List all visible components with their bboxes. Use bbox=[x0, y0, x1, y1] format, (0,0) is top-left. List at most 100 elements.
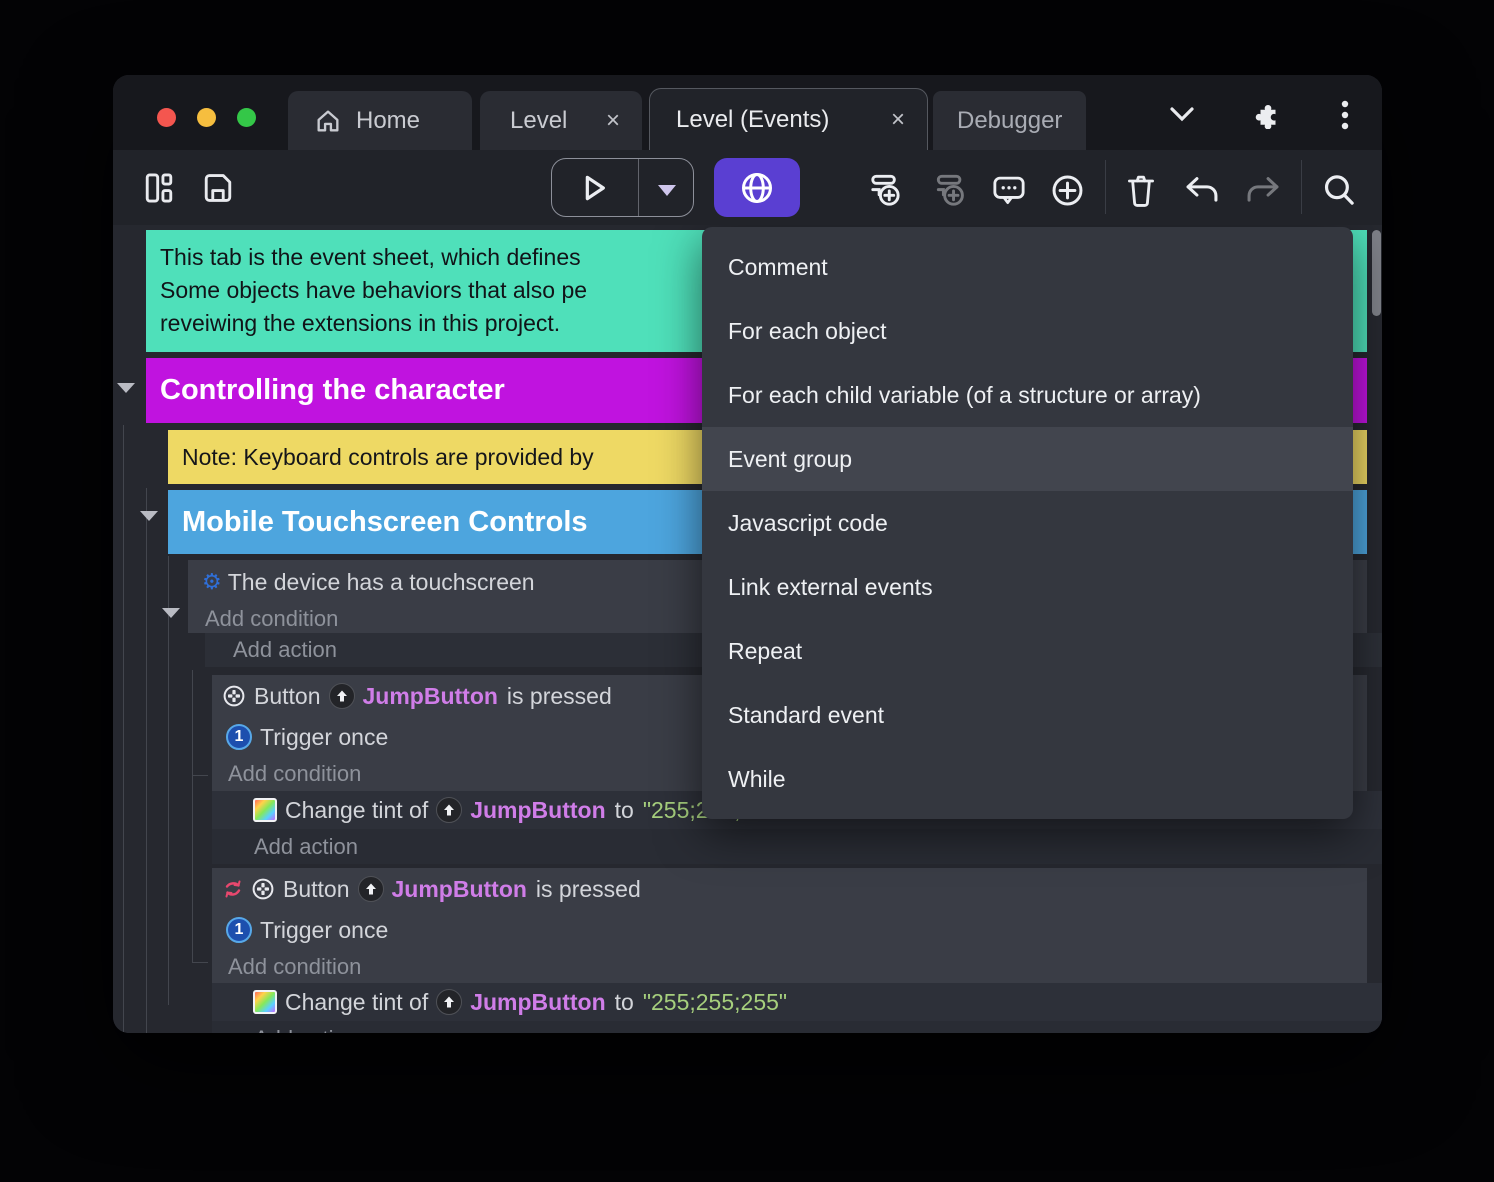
add-condition-link[interactable]: Add condition bbox=[205, 606, 338, 632]
menu-item-event-group[interactable]: Event group bbox=[702, 427, 1353, 491]
menu-item-for-each-child-variable[interactable]: For each child variable (of a structure … bbox=[702, 363, 1353, 427]
play-preview-button[interactable] bbox=[578, 172, 610, 204]
menu-item-comment[interactable]: Comment bbox=[702, 235, 1353, 299]
condition-text: Trigger once bbox=[260, 723, 389, 750]
action-prefix: Change tint of bbox=[285, 988, 429, 1015]
condition-suffix: is pressed bbox=[506, 682, 612, 709]
search-icon[interactable] bbox=[1321, 172, 1357, 208]
tab-debugger-label: Debugger bbox=[957, 106, 1063, 134]
add-comment-icon[interactable] bbox=[991, 174, 1027, 208]
toolbar-separator bbox=[1301, 160, 1302, 214]
tree-guide-tick bbox=[192, 962, 208, 963]
vertical-scrollbar-thumb[interactable] bbox=[1372, 230, 1381, 316]
menu-item-javascript-code[interactable]: Javascript code bbox=[702, 491, 1353, 555]
add-event-context-menu: Comment For each object For each child v… bbox=[702, 227, 1353, 819]
jumpbutton-object-icon bbox=[357, 876, 384, 902]
condition-prefix: Button bbox=[254, 682, 321, 709]
desktop-background: Home Level × Level (Events) × Debugger T… bbox=[0, 0, 1494, 1182]
preview-button-group bbox=[551, 158, 694, 217]
inverted-arrows-icon bbox=[222, 878, 244, 900]
tab-level-label: Level bbox=[510, 106, 568, 134]
object-name: JumpButton bbox=[391, 875, 527, 902]
collapse-arrow-icon[interactable] bbox=[162, 608, 180, 618]
tab-home[interactable]: Home bbox=[288, 91, 472, 150]
redo-icon[interactable] bbox=[1244, 174, 1282, 206]
addons-puzzle-icon[interactable] bbox=[1253, 99, 1283, 129]
tint-icon bbox=[253, 798, 277, 822]
toolbar bbox=[113, 150, 1382, 225]
object-name: JumpButton bbox=[362, 682, 498, 709]
action-row-change-tint[interactable]: Change tint of JumpButton to "255;255;25… bbox=[212, 983, 1382, 1021]
add-condition-link[interactable]: Add condition bbox=[228, 954, 361, 980]
tab-level-close-icon[interactable]: × bbox=[606, 108, 620, 133]
add-sub-event-icon[interactable] bbox=[932, 171, 970, 207]
preview-dropdown-caret[interactable] bbox=[658, 185, 676, 196]
close-window-button[interactable] bbox=[157, 108, 176, 127]
tree-guide-line bbox=[146, 488, 147, 1033]
tab-level-events-label: Level (Events) bbox=[676, 105, 830, 133]
menu-item-standard-event[interactable]: Standard event bbox=[702, 683, 1353, 747]
tree-guide-tick bbox=[192, 775, 208, 776]
add-action-row[interactable]: Add action bbox=[212, 1021, 1382, 1033]
add-action-link[interactable]: Add action bbox=[233, 637, 337, 663]
tab-level-events-close-icon[interactable]: × bbox=[891, 107, 905, 132]
tab-home-label: Home bbox=[356, 106, 421, 134]
object-name: JumpButton bbox=[470, 796, 606, 823]
add-action-row[interactable]: Add action bbox=[212, 829, 1382, 864]
globe-icon bbox=[739, 170, 775, 206]
action-prefix: Change tint of bbox=[285, 796, 429, 823]
menu-item-while[interactable]: While bbox=[702, 747, 1353, 811]
home-icon bbox=[314, 107, 342, 135]
menu-item-for-each-object[interactable]: For each object bbox=[702, 299, 1353, 363]
event-sheet: This tab is the event sheet, which defin… bbox=[113, 225, 1382, 1033]
kebab-menu-icon[interactable] bbox=[1339, 100, 1351, 130]
action-value: "255;255;255" bbox=[642, 988, 788, 1015]
touch-object-icon: ⚙ bbox=[202, 569, 222, 595]
collapse-arrow-icon[interactable] bbox=[140, 511, 158, 521]
layout-panels-icon[interactable] bbox=[143, 171, 175, 205]
minimize-window-button[interactable] bbox=[197, 108, 216, 127]
add-action-link[interactable]: Add action bbox=[254, 1026, 358, 1034]
chevron-down-icon[interactable] bbox=[1167, 103, 1197, 125]
group-title: Controlling the character bbox=[160, 374, 505, 406]
gamepad-icon bbox=[222, 684, 246, 708]
menu-item-repeat[interactable]: Repeat bbox=[702, 619, 1353, 683]
event-block-jumpbutton-released[interactable]: Button JumpButton is pressed 1 Trigger o… bbox=[212, 868, 1367, 983]
to-word: to bbox=[614, 796, 634, 823]
condition-row[interactable]: Button JumpButton is pressed bbox=[212, 868, 1367, 910]
note-text: Note: Keyboard controls are provided by bbox=[182, 443, 594, 470]
jumpbutton-object-icon bbox=[436, 797, 463, 823]
gamepad-icon bbox=[251, 877, 275, 901]
condition-prefix: Button bbox=[283, 875, 350, 902]
delete-icon[interactable] bbox=[1124, 172, 1158, 208]
tab-level-events[interactable]: Level (Events) × bbox=[649, 88, 928, 150]
condition-text: The device has a touchscreen bbox=[227, 569, 535, 595]
add-condition-row[interactable]: Add condition bbox=[212, 950, 1367, 983]
app-window: Home Level × Level (Events) × Debugger T… bbox=[113, 75, 1382, 1033]
add-event-icon[interactable] bbox=[869, 171, 907, 207]
trigger-once-icon: 1 bbox=[226, 724, 252, 750]
save-icon[interactable] bbox=[201, 171, 235, 205]
condition-text: Trigger once bbox=[260, 916, 389, 943]
jumpbutton-object-icon bbox=[328, 683, 355, 709]
undo-icon[interactable] bbox=[1183, 174, 1221, 206]
add-condition-link[interactable]: Add condition bbox=[228, 761, 361, 787]
condition-suffix: is pressed bbox=[535, 875, 641, 902]
remote-preview-button[interactable] bbox=[714, 158, 800, 217]
tree-guide-line bbox=[123, 425, 124, 1033]
toolbar-separator bbox=[1105, 160, 1106, 214]
group-title: Mobile Touchscreen Controls bbox=[182, 505, 588, 538]
tab-bar: Home Level × Level (Events) × Debugger bbox=[113, 75, 1382, 150]
object-name: JumpButton bbox=[470, 988, 606, 1015]
add-action-link[interactable]: Add action bbox=[254, 834, 358, 860]
preview-divider bbox=[638, 159, 639, 216]
add-circle-icon[interactable] bbox=[1050, 173, 1085, 208]
menu-item-link-external-events[interactable]: Link external events bbox=[702, 555, 1353, 619]
tab-debugger[interactable]: Debugger bbox=[933, 91, 1086, 150]
to-word: to bbox=[614, 988, 634, 1015]
collapse-arrow-icon[interactable] bbox=[117, 383, 135, 393]
tab-level[interactable]: Level × bbox=[480, 91, 642, 150]
condition-row[interactable]: 1 Trigger once bbox=[212, 910, 1367, 950]
zoom-window-button[interactable] bbox=[237, 108, 256, 127]
trigger-once-icon: 1 bbox=[226, 917, 252, 943]
